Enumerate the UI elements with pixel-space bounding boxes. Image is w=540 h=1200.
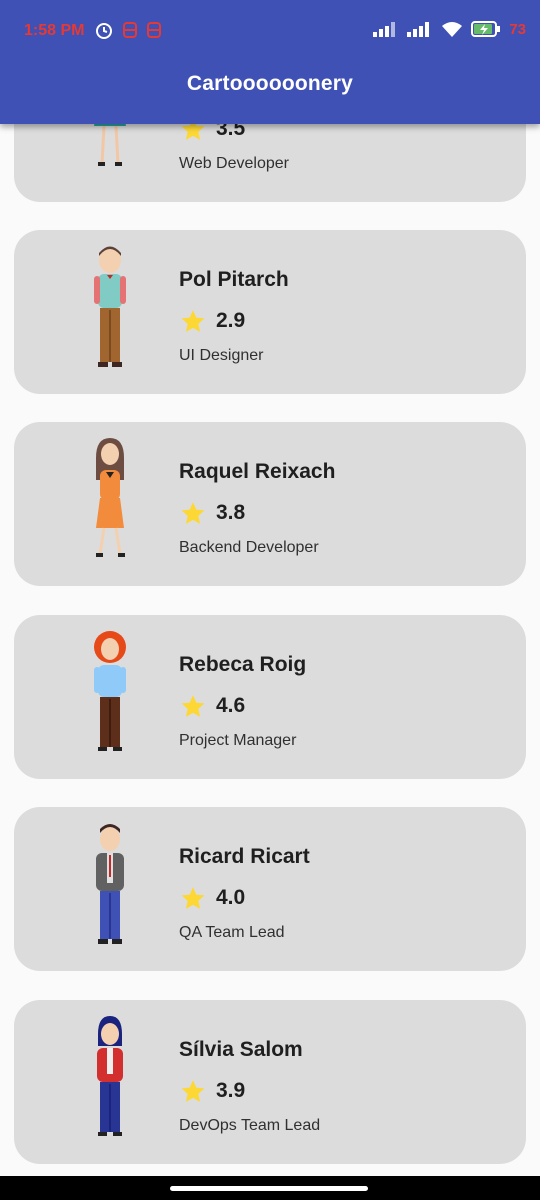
rating-value: 3.9 [216, 1079, 246, 1102]
role-label: Backend Developer [179, 539, 319, 556]
battery-percent: 73 [509, 20, 526, 38]
home-gesture-handle[interactable] [170, 1186, 368, 1191]
signal-icon [373, 22, 396, 37]
alarm-clock-icon [96, 23, 112, 39]
app-notification-icon [147, 22, 161, 38]
app-bar: 1:58 PM 73 Cartoooooonery [0, 0, 540, 124]
rating-row: 3.8 [180, 500, 245, 526]
star-icon [181, 502, 205, 524]
status-bar: 1:58 PM 73 [0, 0, 540, 62]
person-name: Ricard Ricart [179, 845, 310, 868]
rating-row: 2.9 [180, 308, 245, 334]
star-icon [181, 1080, 205, 1102]
rating-value: 4.0 [216, 886, 246, 909]
role-label: Project Manager [179, 732, 297, 749]
star-icon [181, 887, 205, 909]
role-label: DevOps Team Lead [179, 1117, 321, 1134]
battery-charging-icon [471, 21, 501, 37]
star-icon [181, 310, 205, 332]
person-card[interactable]: Rebeca Roig 4.6 Project Manager [14, 615, 526, 779]
wifi-icon [442, 22, 463, 37]
female-avatar-red-jacket-icon [97, 1016, 123, 1136]
male-avatar-plaid-vest-icon [94, 246, 126, 367]
rating-value: 4.6 [216, 694, 246, 717]
rating-value: 3.8 [216, 501, 246, 524]
system-nav-bar [0, 1176, 540, 1200]
person-name: Raquel Reixach [179, 460, 336, 483]
status-time: 1:58 PM [24, 22, 85, 39]
person-card[interactable]: Pol Pitarch 2.9 UI Designer [14, 230, 526, 394]
notification-icons [94, 20, 162, 40]
person-card[interactable]: Ricard Ricart 4.0 QA Team Lead [14, 807, 526, 971]
app-notification-icon [123, 22, 137, 38]
app-title: Cartoooooonery [186, 72, 354, 95]
person-name: Rebeca Roig [179, 653, 307, 676]
rating-row: 3.9 [180, 1078, 245, 1104]
star-icon [181, 695, 205, 717]
person-card[interactable]: Sílvia Salom 3.9 DevOps Team Lead [14, 1000, 526, 1164]
person-card[interactable]: Raquel Reixach 3.8 Backend Developer [14, 422, 526, 586]
person-name: Pol Pitarch [179, 268, 289, 291]
female-avatar-orange-dress-icon [96, 438, 125, 557]
rating-row: 4.6 [180, 693, 245, 719]
signal-icon [407, 22, 430, 37]
male-avatar-suit-icon [96, 824, 124, 944]
role-label: UI Designer [179, 347, 264, 364]
rating-row: 4.0 [180, 885, 245, 911]
person-name: Sílvia Salom [179, 1038, 303, 1061]
role-label: QA Team Lead [179, 924, 285, 941]
rating-value: 2.9 [216, 309, 246, 332]
role-label: Web Developer [179, 155, 289, 172]
system-icons: 73 [373, 20, 526, 38]
female-avatar-red-hair-icon [94, 631, 126, 751]
